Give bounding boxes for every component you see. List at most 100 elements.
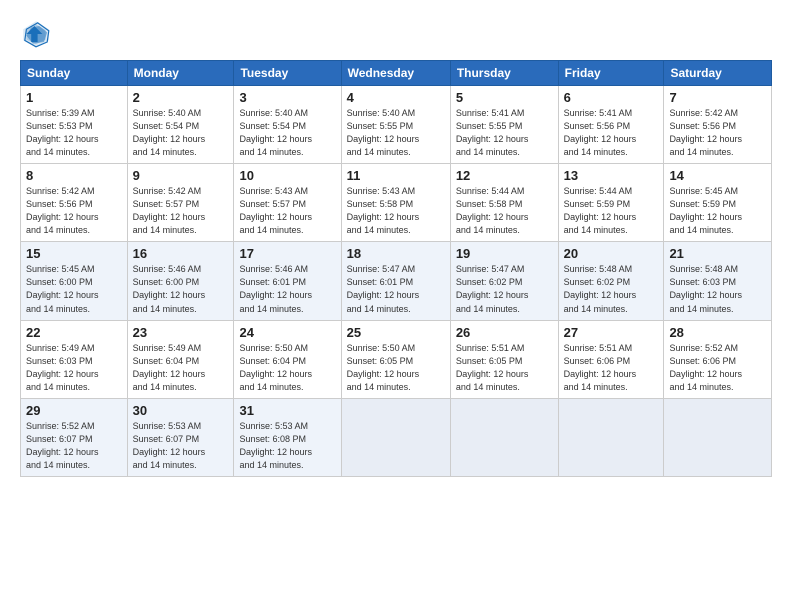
day-info: Sunrise: 5:47 AMSunset: 6:01 PMDaylight:… [347,263,445,315]
calendar-day-cell: 26 Sunrise: 5:51 AMSunset: 6:05 PMDaylig… [450,320,558,398]
day-info: Sunrise: 5:49 AMSunset: 6:03 PMDaylight:… [26,342,122,394]
day-number: 8 [26,168,122,183]
header [20,18,772,50]
day-number: 27 [564,325,659,340]
day-info: Sunrise: 5:41 AMSunset: 5:55 PMDaylight:… [456,107,553,159]
day-info: Sunrise: 5:42 AMSunset: 5:57 PMDaylight:… [133,185,229,237]
calendar-day-cell: 24 Sunrise: 5:50 AMSunset: 6:04 PMDaylig… [234,320,341,398]
day-info: Sunrise: 5:46 AMSunset: 6:01 PMDaylight:… [239,263,335,315]
calendar-day-cell: 22 Sunrise: 5:49 AMSunset: 6:03 PMDaylig… [21,320,128,398]
day-number: 26 [456,325,553,340]
day-number: 17 [239,246,335,261]
calendar-week-row: 15 Sunrise: 5:45 AMSunset: 6:00 PMDaylig… [21,242,772,320]
calendar-day-cell: 12 Sunrise: 5:44 AMSunset: 5:58 PMDaylig… [450,164,558,242]
calendar-day-cell: 4 Sunrise: 5:40 AMSunset: 5:55 PMDayligh… [341,86,450,164]
calendar-day-cell: 2 Sunrise: 5:40 AMSunset: 5:54 PMDayligh… [127,86,234,164]
calendar-day-cell: 7 Sunrise: 5:42 AMSunset: 5:56 PMDayligh… [664,86,772,164]
day-number: 18 [347,246,445,261]
calendar-day-cell: 6 Sunrise: 5:41 AMSunset: 5:56 PMDayligh… [558,86,664,164]
day-info: Sunrise: 5:44 AMSunset: 5:59 PMDaylight:… [564,185,659,237]
day-info: Sunrise: 5:43 AMSunset: 5:58 PMDaylight:… [347,185,445,237]
day-number: 24 [239,325,335,340]
day-info: Sunrise: 5:45 AMSunset: 5:59 PMDaylight:… [669,185,766,237]
day-number: 14 [669,168,766,183]
calendar-day-cell: 21 Sunrise: 5:48 AMSunset: 6:03 PMDaylig… [664,242,772,320]
calendar-day-cell: 31 Sunrise: 5:53 AMSunset: 6:08 PMDaylig… [234,398,341,476]
day-number: 13 [564,168,659,183]
day-info: Sunrise: 5:45 AMSunset: 6:00 PMDaylight:… [26,263,122,315]
calendar-day-cell: 25 Sunrise: 5:50 AMSunset: 6:05 PMDaylig… [341,320,450,398]
day-info: Sunrise: 5:41 AMSunset: 5:56 PMDaylight:… [564,107,659,159]
page: SundayMondayTuesdayWednesdayThursdayFrid… [0,0,792,612]
calendar-day-cell: 23 Sunrise: 5:49 AMSunset: 6:04 PMDaylig… [127,320,234,398]
calendar-day-cell: 14 Sunrise: 5:45 AMSunset: 5:59 PMDaylig… [664,164,772,242]
calendar-week-row: 22 Sunrise: 5:49 AMSunset: 6:03 PMDaylig… [21,320,772,398]
day-info: Sunrise: 5:52 AMSunset: 6:06 PMDaylight:… [669,342,766,394]
day-info: Sunrise: 5:50 AMSunset: 6:05 PMDaylight:… [347,342,445,394]
day-info: Sunrise: 5:52 AMSunset: 6:07 PMDaylight:… [26,420,122,472]
calendar-day-cell: 1 Sunrise: 5:39 AMSunset: 5:53 PMDayligh… [21,86,128,164]
day-info: Sunrise: 5:53 AMSunset: 6:07 PMDaylight:… [133,420,229,472]
logo [20,18,56,50]
generalblue-logo-icon [20,18,52,50]
day-number: 31 [239,403,335,418]
day-info: Sunrise: 5:46 AMSunset: 6:00 PMDaylight:… [133,263,229,315]
day-number: 16 [133,246,229,261]
calendar-day-cell: 9 Sunrise: 5:42 AMSunset: 5:57 PMDayligh… [127,164,234,242]
day-info: Sunrise: 5:40 AMSunset: 5:55 PMDaylight:… [347,107,445,159]
weekday-header: Tuesday [234,61,341,86]
day-number: 15 [26,246,122,261]
day-info: Sunrise: 5:44 AMSunset: 5:58 PMDaylight:… [456,185,553,237]
calendar-day-cell: 20 Sunrise: 5:48 AMSunset: 6:02 PMDaylig… [558,242,664,320]
calendar-week-row: 8 Sunrise: 5:42 AMSunset: 5:56 PMDayligh… [21,164,772,242]
calendar-week-row: 29 Sunrise: 5:52 AMSunset: 6:07 PMDaylig… [21,398,772,476]
day-info: Sunrise: 5:53 AMSunset: 6:08 PMDaylight:… [239,420,335,472]
calendar-day-cell: 27 Sunrise: 5:51 AMSunset: 6:06 PMDaylig… [558,320,664,398]
day-number: 2 [133,90,229,105]
day-number: 4 [347,90,445,105]
day-info: Sunrise: 5:50 AMSunset: 6:04 PMDaylight:… [239,342,335,394]
weekday-header: Thursday [450,61,558,86]
calendar-day-cell: 19 Sunrise: 5:47 AMSunset: 6:02 PMDaylig… [450,242,558,320]
calendar-day-cell [558,398,664,476]
day-number: 11 [347,168,445,183]
day-number: 9 [133,168,229,183]
day-number: 6 [564,90,659,105]
weekday-header: Monday [127,61,234,86]
weekday-header: Saturday [664,61,772,86]
day-info: Sunrise: 5:39 AMSunset: 5:53 PMDaylight:… [26,107,122,159]
calendar-table: SundayMondayTuesdayWednesdayThursdayFrid… [20,60,772,477]
day-number: 10 [239,168,335,183]
calendar-day-cell [664,398,772,476]
day-number: 1 [26,90,122,105]
day-info: Sunrise: 5:42 AMSunset: 5:56 PMDaylight:… [26,185,122,237]
day-number: 20 [564,246,659,261]
day-info: Sunrise: 5:40 AMSunset: 5:54 PMDaylight:… [133,107,229,159]
day-info: Sunrise: 5:48 AMSunset: 6:02 PMDaylight:… [564,263,659,315]
day-info: Sunrise: 5:47 AMSunset: 6:02 PMDaylight:… [456,263,553,315]
calendar-day-cell [341,398,450,476]
calendar-day-cell: 11 Sunrise: 5:43 AMSunset: 5:58 PMDaylig… [341,164,450,242]
day-info: Sunrise: 5:43 AMSunset: 5:57 PMDaylight:… [239,185,335,237]
day-number: 29 [26,403,122,418]
day-number: 19 [456,246,553,261]
calendar-day-cell: 8 Sunrise: 5:42 AMSunset: 5:56 PMDayligh… [21,164,128,242]
day-number: 25 [347,325,445,340]
calendar-day-cell: 15 Sunrise: 5:45 AMSunset: 6:00 PMDaylig… [21,242,128,320]
calendar-day-cell: 16 Sunrise: 5:46 AMSunset: 6:00 PMDaylig… [127,242,234,320]
day-info: Sunrise: 5:49 AMSunset: 6:04 PMDaylight:… [133,342,229,394]
weekday-header: Sunday [21,61,128,86]
day-number: 22 [26,325,122,340]
calendar-day-cell: 28 Sunrise: 5:52 AMSunset: 6:06 PMDaylig… [664,320,772,398]
calendar-day-cell: 30 Sunrise: 5:53 AMSunset: 6:07 PMDaylig… [127,398,234,476]
calendar-week-row: 1 Sunrise: 5:39 AMSunset: 5:53 PMDayligh… [21,86,772,164]
calendar-day-cell: 5 Sunrise: 5:41 AMSunset: 5:55 PMDayligh… [450,86,558,164]
day-number: 3 [239,90,335,105]
calendar-day-cell: 18 Sunrise: 5:47 AMSunset: 6:01 PMDaylig… [341,242,450,320]
calendar-day-cell [450,398,558,476]
day-info: Sunrise: 5:42 AMSunset: 5:56 PMDaylight:… [669,107,766,159]
calendar-header-row: SundayMondayTuesdayWednesdayThursdayFrid… [21,61,772,86]
day-number: 21 [669,246,766,261]
weekday-header: Wednesday [341,61,450,86]
calendar-day-cell: 29 Sunrise: 5:52 AMSunset: 6:07 PMDaylig… [21,398,128,476]
